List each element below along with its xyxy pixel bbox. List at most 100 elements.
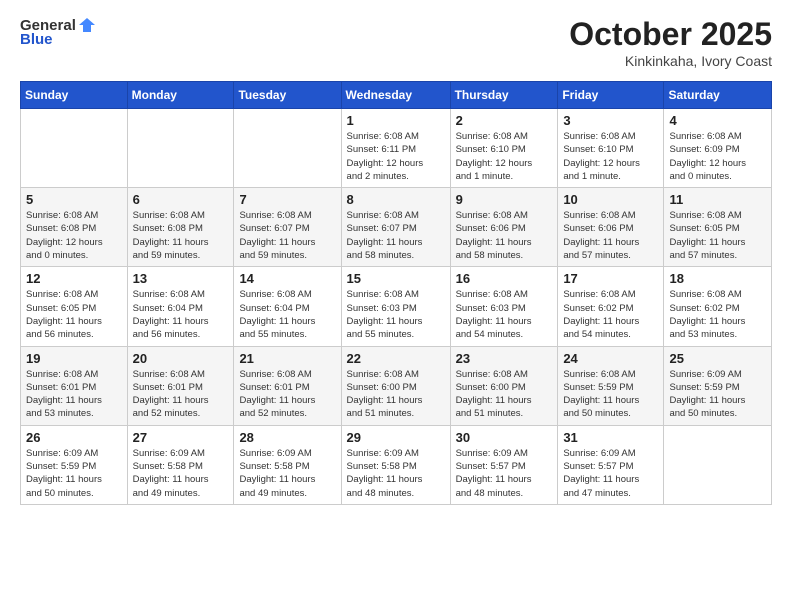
day-info: Sunrise: 6:09 AM Sunset: 5:59 PM Dayligh… [669, 368, 766, 421]
day-info: Sunrise: 6:08 AM Sunset: 5:59 PM Dayligh… [563, 368, 658, 421]
day-number: 4 [669, 113, 766, 128]
day-number: 30 [456, 430, 553, 445]
day-cell: 27 Sunrise: 6:09 AM Sunset: 5:58 PM Dayli… [127, 425, 234, 504]
day-number: 15 [347, 271, 445, 286]
day-number: 13 [133, 271, 229, 286]
day-cell: 30 Sunrise: 6:09 AM Sunset: 5:57 PM Dayli… [450, 425, 558, 504]
day-cell: 25 Sunrise: 6:09 AM Sunset: 5:59 PM Dayli… [664, 346, 772, 425]
day-info: Sunrise: 6:08 AM Sunset: 6:11 PM Dayligh… [347, 130, 445, 183]
calendar: SundayMondayTuesdayWednesdayThursdayFrid… [20, 81, 772, 505]
day-info: Sunrise: 6:09 AM Sunset: 5:57 PM Dayligh… [456, 447, 553, 500]
day-info: Sunrise: 6:08 AM Sunset: 6:01 PM Dayligh… [26, 368, 122, 421]
day-number: 6 [133, 192, 229, 207]
day-info: Sunrise: 6:09 AM Sunset: 5:58 PM Dayligh… [133, 447, 229, 500]
day-cell: 5 Sunrise: 6:08 AM Sunset: 6:08 PM Daylig… [21, 188, 128, 267]
day-info: Sunrise: 6:08 AM Sunset: 6:00 PM Dayligh… [347, 368, 445, 421]
page: General Blue October 2025 Kinkinkaha, Iv… [0, 0, 792, 612]
day-info: Sunrise: 6:08 AM Sunset: 6:02 PM Dayligh… [669, 288, 766, 341]
day-info: Sunrise: 6:09 AM Sunset: 5:59 PM Dayligh… [26, 447, 122, 500]
day-info: Sunrise: 6:08 AM Sunset: 6:01 PM Dayligh… [133, 368, 229, 421]
weekday-header-monday: Monday [127, 82, 234, 109]
day-info: Sunrise: 6:08 AM Sunset: 6:05 PM Dayligh… [669, 209, 766, 262]
weekday-header-friday: Friday [558, 82, 664, 109]
week-row-5: 26 Sunrise: 6:09 AM Sunset: 5:59 PM Dayli… [21, 425, 772, 504]
day-cell: 18 Sunrise: 6:08 AM Sunset: 6:02 PM Dayli… [664, 267, 772, 346]
day-cell: 14 Sunrise: 6:08 AM Sunset: 6:04 PM Dayli… [234, 267, 341, 346]
day-info: Sunrise: 6:08 AM Sunset: 6:08 PM Dayligh… [26, 209, 122, 262]
day-cell: 1Sunrise: 6:08 AM Sunset: 6:11 PM Daylig… [341, 109, 450, 188]
day-cell: 11 Sunrise: 6:08 AM Sunset: 6:05 PM Dayli… [664, 188, 772, 267]
day-cell [21, 109, 128, 188]
header: General Blue October 2025 Kinkinkaha, Iv… [20, 16, 772, 69]
title-block: October 2025 Kinkinkaha, Ivory Coast [569, 16, 772, 69]
day-number: 16 [456, 271, 553, 286]
day-cell: 9Sunrise: 6:08 AM Sunset: 6:06 PM Daylig… [450, 188, 558, 267]
day-cell: 29Sunrise: 6:09 AM Sunset: 5:58 PM Dayli… [341, 425, 450, 504]
day-info: Sunrise: 6:08 AM Sunset: 6:10 PM Dayligh… [456, 130, 553, 183]
day-number: 12 [26, 271, 122, 286]
week-row-2: 5 Sunrise: 6:08 AM Sunset: 6:08 PM Daylig… [21, 188, 772, 267]
day-cell: 6 Sunrise: 6:08 AM Sunset: 6:08 PM Daylig… [127, 188, 234, 267]
day-number: 17 [563, 271, 658, 286]
week-row-1: 1Sunrise: 6:08 AM Sunset: 6:11 PM Daylig… [21, 109, 772, 188]
day-cell: 2 Sunrise: 6:08 AM Sunset: 6:10 PM Daylig… [450, 109, 558, 188]
day-cell: 3 Sunrise: 6:08 AM Sunset: 6:10 PM Daylig… [558, 109, 664, 188]
day-number: 19 [26, 351, 122, 366]
day-info: Sunrise: 6:08 AM Sunset: 6:07 PM Dayligh… [239, 209, 335, 262]
day-number: 8 [347, 192, 445, 207]
day-number: 3 [563, 113, 658, 128]
week-row-4: 19 Sunrise: 6:08 AM Sunset: 6:01 PM Dayli… [21, 346, 772, 425]
day-number: 14 [239, 271, 335, 286]
weekday-header-tuesday: Tuesday [234, 82, 341, 109]
day-info: Sunrise: 6:08 AM Sunset: 6:02 PM Dayligh… [563, 288, 658, 341]
day-cell: 20Sunrise: 6:08 AM Sunset: 6:01 PM Dayli… [127, 346, 234, 425]
day-cell: 4Sunrise: 6:08 AM Sunset: 6:09 PM Daylig… [664, 109, 772, 188]
day-number: 23 [456, 351, 553, 366]
day-info: Sunrise: 6:08 AM Sunset: 6:04 PM Dayligh… [239, 288, 335, 341]
day-number: 21 [239, 351, 335, 366]
day-number: 5 [26, 192, 122, 207]
week-row-3: 12 Sunrise: 6:08 AM Sunset: 6:05 PM Dayli… [21, 267, 772, 346]
day-number: 2 [456, 113, 553, 128]
day-info: Sunrise: 6:08 AM Sunset: 6:10 PM Dayligh… [563, 130, 658, 183]
weekday-header-wednesday: Wednesday [341, 82, 450, 109]
day-number: 7 [239, 192, 335, 207]
day-cell: 16Sunrise: 6:08 AM Sunset: 6:03 PM Dayli… [450, 267, 558, 346]
day-cell: 12 Sunrise: 6:08 AM Sunset: 6:05 PM Dayli… [21, 267, 128, 346]
day-number: 9 [456, 192, 553, 207]
day-info: Sunrise: 6:09 AM Sunset: 5:58 PM Dayligh… [347, 447, 445, 500]
day-number: 31 [563, 430, 658, 445]
day-cell: 31 Sunrise: 6:09 AM Sunset: 5:57 PM Dayli… [558, 425, 664, 504]
day-cell: 24 Sunrise: 6:08 AM Sunset: 5:59 PM Dayli… [558, 346, 664, 425]
month-title: October 2025 [569, 16, 772, 53]
day-number: 18 [669, 271, 766, 286]
day-number: 24 [563, 351, 658, 366]
day-cell: 7 Sunrise: 6:08 AM Sunset: 6:07 PM Daylig… [234, 188, 341, 267]
weekday-header-sunday: Sunday [21, 82, 128, 109]
day-number: 10 [563, 192, 658, 207]
day-info: Sunrise: 6:08 AM Sunset: 6:06 PM Dayligh… [563, 209, 658, 262]
day-cell: 13 Sunrise: 6:08 AM Sunset: 6:04 PM Dayli… [127, 267, 234, 346]
day-cell: 23 Sunrise: 6:08 AM Sunset: 6:00 PM Dayli… [450, 346, 558, 425]
day-cell: 21 Sunrise: 6:08 AM Sunset: 6:01 PM Dayli… [234, 346, 341, 425]
day-cell [127, 109, 234, 188]
day-number: 27 [133, 430, 229, 445]
logo-icon [78, 16, 96, 34]
weekday-header-thursday: Thursday [450, 82, 558, 109]
day-cell [234, 109, 341, 188]
day-info: Sunrise: 6:08 AM Sunset: 6:08 PM Dayligh… [133, 209, 229, 262]
day-cell: 15 Sunrise: 6:08 AM Sunset: 6:03 PM Dayli… [341, 267, 450, 346]
day-number: 11 [669, 192, 766, 207]
day-number: 26 [26, 430, 122, 445]
logo: General Blue [20, 16, 96, 48]
location: Kinkinkaha, Ivory Coast [569, 53, 772, 69]
day-info: Sunrise: 6:08 AM Sunset: 6:05 PM Dayligh… [26, 288, 122, 341]
day-info: Sunrise: 6:08 AM Sunset: 6:03 PM Dayligh… [347, 288, 445, 341]
day-info: Sunrise: 6:08 AM Sunset: 6:04 PM Dayligh… [133, 288, 229, 341]
day-info: Sunrise: 6:08 AM Sunset: 6:01 PM Dayligh… [239, 368, 335, 421]
day-number: 25 [669, 351, 766, 366]
day-info: Sunrise: 6:09 AM Sunset: 5:57 PM Dayligh… [563, 447, 658, 500]
day-number: 22 [347, 351, 445, 366]
day-info: Sunrise: 6:08 AM Sunset: 6:00 PM Dayligh… [456, 368, 553, 421]
day-info: Sunrise: 6:08 AM Sunset: 6:07 PM Dayligh… [347, 209, 445, 262]
